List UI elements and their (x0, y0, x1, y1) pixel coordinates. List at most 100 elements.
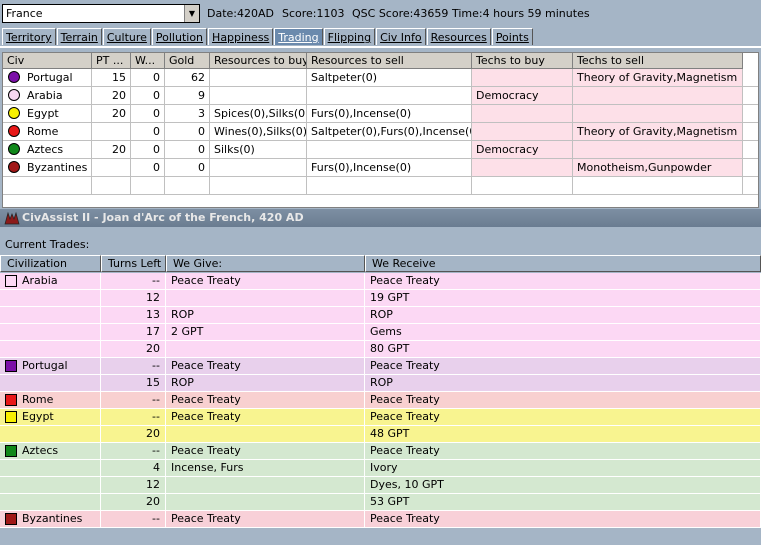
table-row[interactable]: 20 53 GPT (0, 494, 761, 511)
chevron-down-icon[interactable]: ▼ (184, 5, 199, 22)
cell-value: 0 (153, 107, 160, 120)
tab-flipping[interactable]: Flipping (323, 28, 376, 45)
table-cell: 17 (101, 324, 166, 341)
table-row[interactable]: 12 Dyes, 10 GPT (0, 477, 761, 494)
tab-happiness[interactable]: Happiness (208, 28, 274, 45)
tab-trading[interactable]: Trading (274, 28, 323, 45)
civ-color-icon (8, 125, 20, 137)
column-header[interactable]: Turns Left (101, 255, 166, 272)
table-row[interactable]: 20 48 GPT (0, 426, 761, 443)
column-header[interactable]: Gold (165, 53, 210, 69)
table-cell: Theory of Gravity,Magnetism (573, 123, 743, 141)
cell-value: Theory of Gravity,Magnetism (577, 71, 738, 84)
cell-value: ROP (171, 308, 194, 321)
table-cell (472, 69, 573, 87)
date-label: Date:420AD (207, 7, 274, 20)
table-row[interactable]: 17 2 GPT Gems (0, 324, 761, 341)
table-row[interactable]: Portugal -- Peace Treaty Peace Treaty (0, 358, 761, 375)
table-cell (166, 341, 365, 358)
table-cell (0, 460, 101, 477)
tab-points[interactable]: Points (491, 28, 533, 45)
civ-color-icon (5, 394, 17, 406)
cell-value: 0 (153, 161, 160, 174)
table-cell (210, 177, 307, 195)
table-cell: Gems (365, 324, 761, 341)
table-row[interactable]: Rome -- Peace Treaty Peace Treaty (0, 392, 761, 409)
civ-select[interactable]: France ▼ (2, 4, 200, 23)
table-cell: 0 (131, 123, 165, 141)
column-header[interactable]: Techs to buy (472, 53, 573, 69)
column-header[interactable]: Techs to sell (573, 53, 743, 69)
tab-bar: Territory Terrain Culture Pollution Happines… (2, 28, 534, 47)
cell-value: Peace Treaty (171, 444, 241, 457)
cell-value: -- (152, 410, 160, 423)
tab-terrain[interactable]: Terrain (56, 28, 102, 45)
cell-value: Peace Treaty (370, 410, 440, 423)
cell-value: 0 (153, 89, 160, 102)
cell-value: -- (152, 444, 160, 457)
column-header[interactable]: Resources to buy (210, 53, 307, 69)
tab-resources[interactable]: Resources (426, 28, 491, 45)
table-cell (166, 290, 365, 307)
table-row[interactable]: 15 ROP ROP (0, 375, 761, 392)
table-cell (743, 69, 758, 87)
column-header[interactable]: PT ... (92, 53, 131, 69)
table-cell: Peace Treaty (166, 511, 365, 528)
civ-color-icon (8, 71, 20, 83)
civ-color-icon (5, 411, 17, 423)
column-header[interactable]: Resources to sell (307, 53, 472, 69)
table-row[interactable]: 20 80 GPT (0, 341, 761, 358)
table-cell: Peace Treaty (166, 358, 365, 375)
table-cell (573, 87, 743, 105)
table-cell (0, 477, 101, 494)
table-cell (0, 426, 101, 443)
cell-value: 0 (153, 143, 160, 156)
column-header[interactable]: Civ (3, 53, 92, 69)
column-header[interactable]: We Receive (365, 255, 761, 272)
table-cell: Rome (3, 123, 92, 141)
table-cell (743, 87, 758, 105)
table-cell: 20 (101, 426, 166, 443)
table-cell: 3 (165, 105, 210, 123)
table-cell: Furs(0),Incense(0) (307, 159, 472, 177)
table-cell (165, 177, 210, 195)
tab-territory[interactable]: Territory (2, 28, 56, 45)
table-cell: Saltpeter(0),Furs(0),Incense(0) (307, 123, 472, 141)
qsc-score-label: QSC Score:43659 (352, 7, 449, 20)
cell-value: -- (152, 512, 160, 525)
column-header[interactable]: We Give: (166, 255, 365, 272)
tab-culture[interactable]: Culture (102, 28, 151, 45)
tab-civ-info[interactable]: Civ Info (376, 28, 426, 45)
civ-name: Byzantines (27, 161, 88, 174)
civ-color-icon (5, 513, 17, 525)
cell-value: Peace Treaty (370, 512, 440, 525)
table-cell: 12 (101, 477, 166, 494)
table-row[interactable]: 12 19 GPT (0, 290, 761, 307)
table-cell: Peace Treaty (365, 511, 761, 528)
cell-value: 15 (146, 376, 160, 389)
civ-name: Rome (27, 125, 59, 138)
table-row[interactable]: Byzantines -- Peace Treaty Peace Treaty (0, 511, 761, 528)
cell-value: Furs(0),Incense(0) (311, 107, 412, 120)
column-header[interactable]: Civilization (0, 255, 101, 272)
column-header[interactable]: W... (131, 53, 165, 69)
table-cell (166, 494, 365, 511)
cell-value: -- (152, 393, 160, 406)
tab-pollution[interactable]: Pollution (151, 28, 208, 45)
table-cell: Byzantines (0, 511, 101, 528)
civ-name: Rome (22, 393, 54, 406)
table-cell (743, 123, 758, 141)
table-row[interactable]: Egypt -- Peace Treaty Peace Treaty (0, 409, 761, 426)
table-row[interactable]: 13 ROP ROP (0, 307, 761, 324)
cell-value: 20 (112, 89, 126, 102)
civ-name: Arabia (27, 89, 63, 102)
table-row[interactable]: 4 Incense, Furs Ivory (0, 460, 761, 477)
civ-name: Arabia (22, 274, 58, 287)
table-cell (166, 477, 365, 494)
table-row[interactable]: Aztecs -- Peace Treaty Peace Treaty (0, 443, 761, 460)
table-cell: 12 (101, 290, 166, 307)
time-label: Time:4 hours 59 minutes (452, 7, 590, 20)
table-row[interactable]: Arabia -- Peace Treaty Peace Treaty (0, 273, 761, 290)
cell-value: Incense, Furs (171, 461, 244, 474)
table-cell: 0 (165, 141, 210, 159)
